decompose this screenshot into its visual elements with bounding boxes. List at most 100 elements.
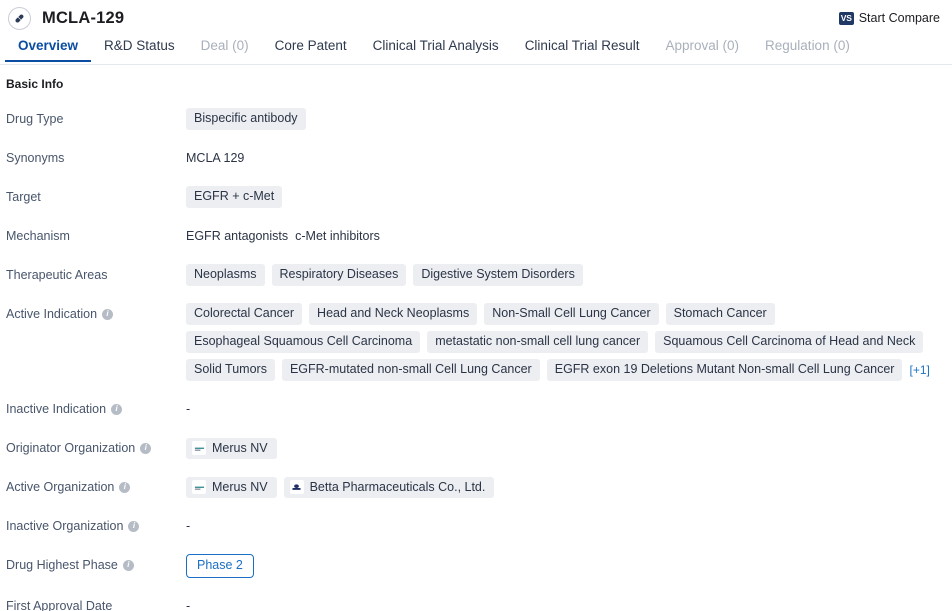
field-drug-highest-phase: Drug Highest Phase i Phase 2 [0,554,952,578]
empty-value: - [186,519,191,533]
field-mechanism: Mechanism EGFR antagonists c-Met inhibit… [0,225,952,247]
field-value: Neoplasms Respiratory Diseases Digestive… [186,264,952,286]
info-icon[interactable]: i [140,442,152,454]
field-value: EGFR + c-Met [186,186,952,208]
tag-indication[interactable]: Solid Tumors [186,359,275,381]
tag-therapeutic-area[interactable]: Digestive System Disorders [413,264,583,286]
betta-logo-icon [289,480,304,494]
tab-clinical-trial-analysis[interactable]: Clinical Trial Analysis [360,36,512,61]
field-value: MCLA 129 [186,147,952,169]
field-label-text: Active Indication [6,307,98,321]
mechanism-item: EGFR antagonists [186,229,289,243]
show-more-indications-link[interactable]: [+1] [909,359,929,381]
tab-regulation[interactable]: Regulation (0) [752,36,863,61]
tag-drug-type[interactable]: Bispecific antibody [186,108,306,130]
field-value: Bispecific antibody [186,108,952,130]
field-label: Drug Type [0,108,186,130]
status-badge-phase[interactable]: Phase 2 [186,554,254,578]
field-label-text: Therapeutic Areas [6,268,108,282]
tag-indication[interactable]: Stomach Cancer [665,303,775,325]
field-value: Colorectal Cancer Head and Neck Neoplasm… [186,303,952,381]
field-label: Active Organization i [0,476,186,498]
field-label-text: Active Organization [6,480,115,494]
tag-therapeutic-area[interactable]: Neoplasms [186,264,265,286]
mechanism-item: c-Met inhibitors [295,229,380,243]
tag-indication[interactable]: Non-Small Cell Lung Cancer [484,303,659,325]
field-label-text: Target [6,190,41,204]
org-name: Betta Pharmaceuticals Co., Ltd. [309,479,486,494]
tag-indication[interactable]: metastatic non-small cell lung cancer [427,331,649,353]
tag-target[interactable]: EGFR + c-Met [186,186,283,208]
field-active-organization: Active Organization i Merus NV Betta Pha… [0,476,952,498]
field-inactive-organization: Inactive Organization i - [0,515,952,537]
field-drug-type: Drug Type Bispecific antibody [0,108,952,130]
pill-icon [8,6,31,30]
field-label-text: Synonyms [6,151,65,165]
field-label-text: Mechanism [6,229,70,243]
tag-therapeutic-area[interactable]: Respiratory Diseases [271,264,407,286]
field-label-text: Inactive Indication [6,402,107,416]
vs-icon: VS [838,11,854,25]
field-label-text: Originator Organization [6,441,136,455]
field-label: Target [0,186,186,208]
info-icon[interactable]: i [128,520,140,532]
field-label: Synonyms [0,147,186,169]
tag-indication[interactable]: EGFR-mutated non-small Cell Lung Cancer [281,359,540,381]
org-name: Merus NV [212,440,268,455]
field-value: Merus NV Betta Pharmaceuticals Co., Ltd. [186,476,952,498]
field-label-text: Inactive Organization [6,519,124,533]
tab-approval[interactable]: Approval (0) [652,36,752,61]
field-label: Inactive Indication i [0,398,186,420]
field-label: Originator Organization i [0,437,186,459]
tag-indication[interactable]: Head and Neck Neoplasms [309,303,478,325]
tab-deal[interactable]: Deal (0) [188,36,262,61]
field-therapeutic-areas: Therapeutic Areas Neoplasms Respiratory … [0,264,952,286]
tab-core-patent[interactable]: Core Patent [262,36,360,61]
field-synonyms: Synonyms MCLA 129 [0,147,952,169]
field-label: Therapeutic Areas [0,264,186,286]
tag-indication[interactable]: Esophageal Squamous Cell Carcinoma [186,331,421,353]
empty-value: - [186,402,191,416]
field-target: Target EGFR + c-Met [0,186,952,208]
field-value: Merus NV [186,437,952,459]
empty-value: - [186,599,191,611]
tab-rd-status[interactable]: R&D Status [91,36,188,61]
org-name: Merus NV [212,479,268,494]
org-tag-betta[interactable]: Betta Pharmaceuticals Co., Ltd. [283,476,495,498]
info-icon[interactable]: i [122,559,134,571]
field-value: - [186,515,952,537]
tag-indication[interactable]: Squamous Cell Carcinoma of Head and Neck [655,331,924,353]
page-title: MCLA-129 [42,8,125,27]
field-originator-organization: Originator Organization i Merus NV [0,437,952,459]
field-label: Drug Highest Phase i [0,554,186,576]
merus-logo-icon [192,480,206,494]
tag-indication[interactable]: Colorectal Cancer [186,303,303,325]
overview-content: Basic Info Drug Type Bispecific antibody… [0,65,952,611]
tag-indication[interactable]: EGFR exon 19 Deletions Mutant Non-small … [546,359,903,381]
merus-logo-icon [192,441,206,455]
field-inactive-indication: Inactive Indication i - [0,398,952,420]
field-label: Active Indication i [0,303,186,325]
tab-clinical-trial-result[interactable]: Clinical Trial Result [512,36,653,61]
tab-overview[interactable]: Overview [5,36,92,62]
info-icon[interactable]: i [102,308,114,320]
field-value: EGFR antagonists c-Met inhibitors [186,225,952,247]
info-icon[interactable]: i [119,481,131,493]
field-label-text: Drug Type [6,112,64,126]
field-active-indication: Active Indication i Colorectal Cancer He… [0,303,952,381]
org-tag-merus[interactable]: Merus NV [186,437,277,459]
field-label: First Approval Date [0,595,186,611]
start-compare-button[interactable]: VS Start Compare [838,11,940,25]
field-label: Inactive Organization i [0,515,186,537]
info-icon[interactable]: i [111,403,123,415]
field-label-text: Drug Highest Phase [6,558,118,572]
tab-bar: Overview R&D Status Deal (0) Core Patent… [0,36,952,65]
start-compare-label: Start Compare [858,11,940,25]
org-tag-merus[interactable]: Merus NV [186,476,277,498]
field-label: Mechanism [0,225,186,247]
synonyms-text: MCLA 129 [186,151,245,165]
field-value: - [186,595,952,611]
field-value: - [186,398,952,420]
field-label-text: First Approval Date [6,599,113,611]
field-first-approval-date: First Approval Date - [0,595,952,611]
